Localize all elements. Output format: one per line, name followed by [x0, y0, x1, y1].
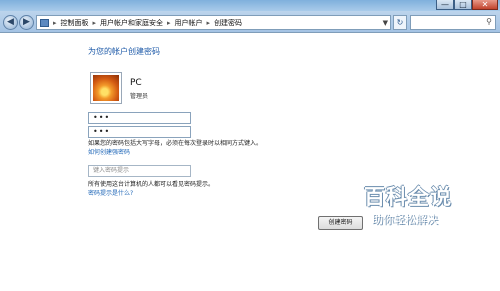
breadcrumb-control-panel[interactable]: 控制面板 [61, 18, 89, 28]
control-panel-icon [40, 18, 49, 27]
password-hint-field[interactable]: 键入密码提示 [88, 165, 191, 177]
user-role: 管理员 [130, 93, 149, 100]
breadcrumb-user-accounts-family[interactable]: 用户帐户和家庭安全 [100, 18, 163, 28]
what-is-hint-link[interactable]: 密码提示是什么? [88, 188, 133, 197]
window-titlebar: — □ ✕ [0, 0, 500, 11]
confirm-password-field[interactable]: ••• [88, 126, 191, 138]
address-toolbar: ◀ ▶ ▸ 控制面板 ▸ 用户帐户和家庭安全 ▸ 用户帐户 ▸ 创建密码 ▼ ↻… [0, 11, 500, 33]
new-password-field[interactable]: ••• [88, 112, 191, 124]
case-sensitivity-note: 如果您的密码包括大写字母，必须在每次登录时以相同方式键入。 [88, 140, 263, 147]
watermark-title: 百科全说 [364, 185, 452, 209]
minimize-button[interactable]: — [436, 0, 454, 10]
user-name: PC [130, 78, 142, 88]
breadcrumb-separator: ▸ [92, 18, 97, 27]
breadcrumb-user-accounts[interactable]: 用户帐户 [175, 18, 203, 28]
flower-picture-icon [93, 75, 119, 101]
breadcrumb-separator: ▸ [206, 18, 211, 27]
close-button[interactable]: ✕ [472, 0, 498, 10]
search-icon[interactable]: ⚲ [486, 17, 492, 26]
forward-icon[interactable]: ▶ [19, 15, 34, 30]
page-title: 为您的帐户创建密码 [88, 47, 160, 56]
avatar [90, 72, 122, 104]
address-bar[interactable]: ▸ 控制面板 ▸ 用户帐户和家庭安全 ▸ 用户帐户 ▸ 创建密码 ▼ [36, 15, 391, 30]
breadcrumb-create-password[interactable]: 创建密码 [214, 18, 242, 28]
refresh-icon[interactable]: ↻ [393, 15, 407, 30]
maximize-button[interactable]: □ [454, 0, 472, 10]
window-controls: — □ ✕ [436, 0, 498, 11]
back-icon[interactable]: ◀ [3, 15, 18, 30]
breadcrumb-separator: ▸ [53, 18, 57, 27]
chevron-down-icon[interactable]: ▼ [383, 19, 388, 27]
search-input[interactable]: ⚲ [410, 15, 496, 30]
breadcrumb-separator: ▸ [167, 18, 171, 27]
hint-visibility-note: 所有使用这台计算机的人都可以看见密码提示。 [88, 181, 215, 188]
watermark-subtitle: 助你轻松解决 [372, 213, 438, 226]
strong-password-link[interactable]: 如何创建强密码 [88, 147, 130, 156]
